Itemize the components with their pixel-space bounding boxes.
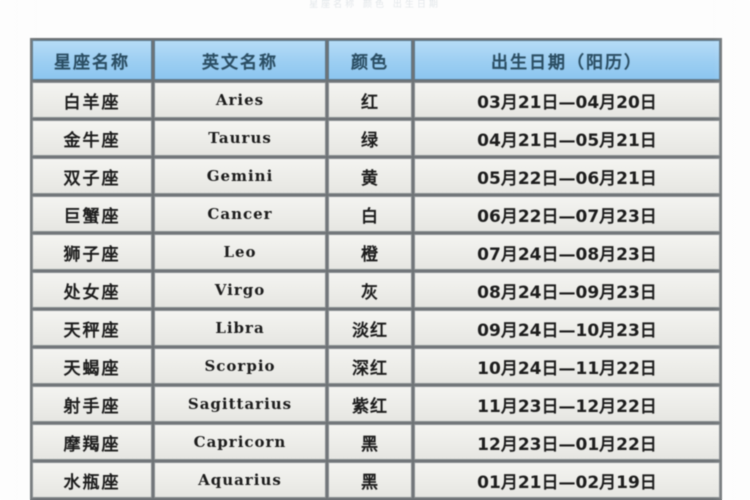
cell-color: 黑 xyxy=(328,462,412,498)
cell-color: 紫红 xyxy=(328,386,412,422)
cell-date-range: 07月24日—08月23日 xyxy=(414,234,720,270)
cell-en-name: Leo xyxy=(154,234,326,270)
table-row: 巨蟹座 Cancer 白 06月22日—07月23日 xyxy=(32,196,720,232)
cell-color: 灰 xyxy=(328,272,412,308)
cell-color: 橙 xyxy=(328,234,412,270)
table-row: 摩羯座 Capricorn 黑 12月23日—01月22日 xyxy=(32,424,720,460)
cell-color: 黄 xyxy=(328,158,412,194)
cell-date-range: 08月24日—09月23日 xyxy=(414,272,720,308)
cell-en-name: Capricorn xyxy=(154,424,326,460)
column-header-date: 出生日期（阳历） xyxy=(414,40,720,80)
zodiac-reference-page: 星座名称 颜色 出生日期 星座名称 英文名称 颜色 出生日期（阳历） 白羊座 Ar… xyxy=(0,0,750,500)
cell-date-range: 05月22日—06月21日 xyxy=(414,158,720,194)
cell-en-name: Virgo xyxy=(154,272,326,308)
table-row: 金牛座 Taurus 绿 04月21日—05月21日 xyxy=(32,120,720,156)
table-row: 白羊座 Aries 红 03月21日—04月20日 xyxy=(32,82,720,118)
cell-date-range: 09月24日—10月23日 xyxy=(414,310,720,346)
cell-date-range: 01月21日—02月19日 xyxy=(414,462,720,498)
cell-en-name: Aries xyxy=(154,82,326,118)
table-row: 狮子座 Leo 橙 07月24日—08月23日 xyxy=(32,234,720,270)
table-row: 水瓶座 Aquarius 黑 01月21日—02月19日 xyxy=(32,462,720,498)
table-row: 天蝎座 Scorpio 深红 10月24日—11月22日 xyxy=(32,348,720,384)
cell-cn-name: 狮子座 xyxy=(32,234,152,270)
cell-cn-name: 天蝎座 xyxy=(32,348,152,384)
cell-cn-name: 摩羯座 xyxy=(32,424,152,460)
cell-date-range: 04月21日—05月21日 xyxy=(414,120,720,156)
cell-en-name: Sagittarius xyxy=(154,386,326,422)
cell-date-range: 06月22日—07月23日 xyxy=(414,196,720,232)
cell-color: 绿 xyxy=(328,120,412,156)
cell-cn-name: 金牛座 xyxy=(32,120,152,156)
cell-cn-name: 射手座 xyxy=(32,386,152,422)
zodiac-table: 星座名称 英文名称 颜色 出生日期（阳历） 白羊座 Aries 红 03月21日—04… xyxy=(30,38,722,500)
cell-date-range: 03月21日—04月20日 xyxy=(414,82,720,118)
cell-date-range: 10月24日—11月22日 xyxy=(414,348,720,384)
column-header-en-name: 英文名称 xyxy=(154,40,326,80)
table-row: 射手座 Sagittarius 紫红 11月23日—12月22日 xyxy=(32,386,720,422)
cell-color: 白 xyxy=(328,196,412,232)
zodiac-table-container: 星座名称 英文名称 颜色 出生日期（阳历） 白羊座 Aries 红 03月21日—04… xyxy=(30,38,722,500)
cell-cn-name: 巨蟹座 xyxy=(32,196,152,232)
cell-en-name: Taurus xyxy=(154,120,326,156)
cell-cn-name: 白羊座 xyxy=(32,82,152,118)
cell-color: 红 xyxy=(328,82,412,118)
cell-cn-name: 处女座 xyxy=(32,272,152,308)
table-row: 天秤座 Libra 淡红 09月24日—10月23日 xyxy=(32,310,720,346)
cell-en-name: Gemini xyxy=(154,158,326,194)
cell-color: 黑 xyxy=(328,424,412,460)
table-header-row: 星座名称 英文名称 颜色 出生日期（阳历） xyxy=(32,40,720,80)
cell-date-range: 12月23日—01月22日 xyxy=(414,424,720,460)
cell-date-range: 11月23日—12月22日 xyxy=(414,386,720,422)
column-header-cn-name: 星座名称 xyxy=(32,40,152,80)
cell-cn-name: 天秤座 xyxy=(32,310,152,346)
cut-off-header-remnant: 星座名称 颜色 出生日期 xyxy=(309,0,441,10)
column-header-color: 颜色 xyxy=(328,40,412,80)
cell-color: 淡红 xyxy=(328,310,412,346)
table-header: 星座名称 英文名称 颜色 出生日期（阳历） xyxy=(32,40,720,80)
table-row: 双子座 Gemini 黄 05月22日—06月21日 xyxy=(32,158,720,194)
cell-en-name: Aquarius xyxy=(154,462,326,498)
cell-cn-name: 水瓶座 xyxy=(32,462,152,498)
cell-en-name: Libra xyxy=(154,310,326,346)
table-row: 处女座 Virgo 灰 08月24日—09月23日 xyxy=(32,272,720,308)
cell-en-name: Scorpio xyxy=(154,348,326,384)
cell-color: 深红 xyxy=(328,348,412,384)
cell-en-name: Cancer xyxy=(154,196,326,232)
cell-cn-name: 双子座 xyxy=(32,158,152,194)
table-body: 白羊座 Aries 红 03月21日—04月20日 金牛座 Taurus 绿 04月21日—0… xyxy=(32,82,720,498)
